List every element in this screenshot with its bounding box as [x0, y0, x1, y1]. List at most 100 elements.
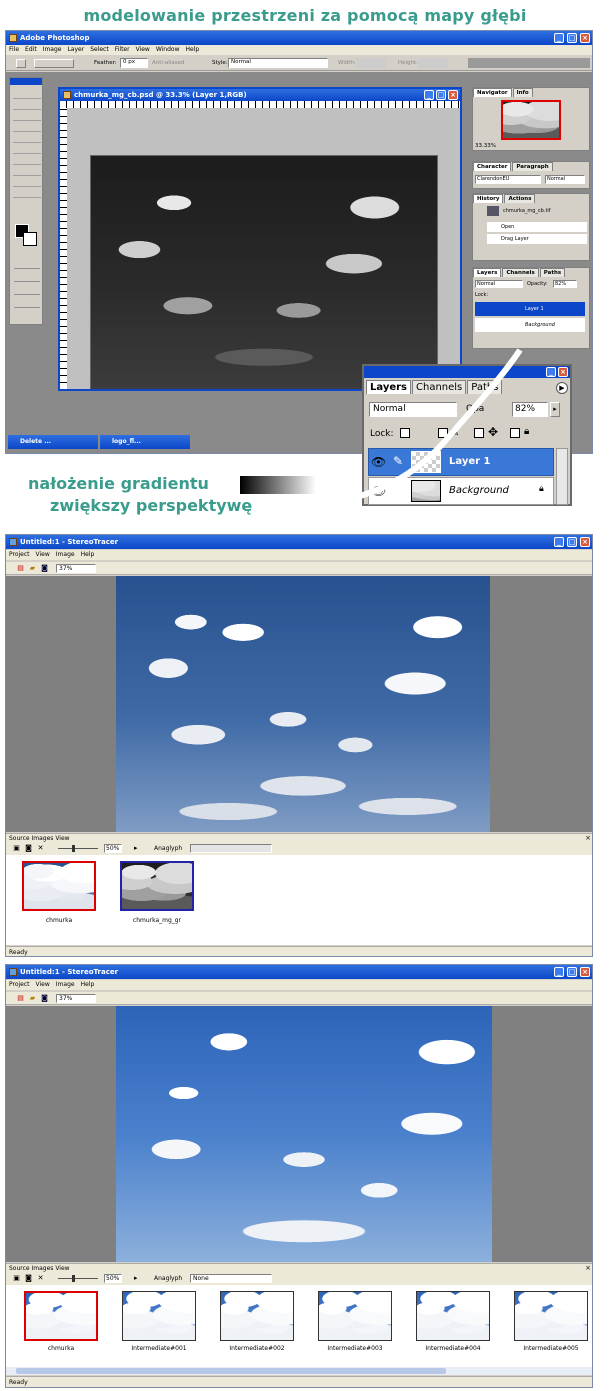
st2-horizontal-scrollbar[interactable]: [6, 1367, 592, 1375]
save-icon[interactable]: ◙: [24, 844, 33, 853]
navigator-preview[interactable]: [501, 100, 561, 140]
close-icon[interactable]: ✕: [36, 1274, 45, 1283]
open-icon[interactable]: ▣: [12, 844, 21, 853]
font-style-select[interactable]: Normal: [545, 175, 585, 184]
st2-thumb-intermediate-004[interactable]: [416, 1291, 490, 1341]
menu-file[interactable]: File: [6, 45, 22, 53]
background-color-swatch[interactable]: [23, 232, 37, 246]
tab-paths[interactable]: Paths: [467, 380, 503, 394]
st1-source-zoom[interactable]: 50%: [104, 844, 122, 853]
st1-slider[interactable]: [58, 848, 98, 849]
open-icon[interactable]: ▣: [12, 1274, 21, 1283]
selection-mode-buttons[interactable]: [34, 59, 74, 68]
menu-image[interactable]: Image: [40, 45, 65, 53]
st2-thumb-intermediate-005[interactable]: [514, 1291, 588, 1341]
open-icon[interactable]: ▰: [28, 994, 37, 1003]
st2-zoom-select[interactable]: 37%: [56, 994, 96, 1003]
menu-window[interactable]: Window: [153, 45, 183, 53]
st1-slider-thumb[interactable]: [72, 845, 75, 852]
marquee-tool-icon[interactable]: [16, 59, 26, 68]
st1-mode-select[interactable]: [190, 844, 272, 853]
st2-thumb-intermediate-002[interactable]: [220, 1291, 294, 1341]
save-icon[interactable]: ◙: [24, 1274, 33, 1283]
maximize-icon[interactable]: □: [436, 90, 446, 100]
play-icon[interactable]: ▶: [556, 382, 568, 394]
minimized-doc-delete[interactable]: Delete ...: [8, 435, 98, 449]
tab-paths[interactable]: Paths: [539, 268, 566, 277]
st2-mode-select[interactable]: None: [190, 1274, 272, 1283]
style-select[interactable]: Normal: [228, 58, 328, 68]
new-icon[interactable]: ▤: [16, 564, 25, 573]
st2-slider-thumb[interactable]: [72, 1275, 75, 1282]
st1-thumb-depthmap[interactable]: [120, 861, 194, 911]
st1-thumb-chmurka[interactable]: [22, 861, 96, 911]
opacity-input[interactable]: 82%: [512, 402, 548, 417]
open-icon[interactable]: ▰: [28, 564, 37, 573]
st2-thumb-chmurka[interactable]: [24, 1291, 98, 1341]
menu-project[interactable]: Project: [6, 550, 33, 558]
maximize-icon[interactable]: □: [567, 967, 577, 977]
tab-layers[interactable]: Layers: [366, 380, 411, 394]
close-icon[interactable]: ×: [448, 90, 458, 100]
lock-transparency-checkbox[interactable]: [400, 428, 410, 438]
eye-icon[interactable]: 👁︎: [371, 455, 386, 469]
tab-layers[interactable]: Layers: [473, 268, 502, 277]
menu-project[interactable]: Project: [6, 980, 33, 988]
history-snapshot[interactable]: chmurka_mg_cb.tif: [503, 208, 551, 214]
play-icon[interactable]: ▸: [134, 1274, 138, 1282]
close-icon[interactable]: ×: [585, 834, 591, 842]
blend-mode-select[interactable]: Normal: [369, 402, 457, 417]
close-icon[interactable]: ×: [558, 367, 568, 377]
save-icon[interactable]: ◙: [40, 564, 49, 573]
opacity-input[interactable]: 82%: [553, 280, 577, 288]
tab-channels[interactable]: Channels: [502, 268, 539, 277]
antialiased-checkbox[interactable]: Anti-aliased: [152, 60, 184, 66]
layer-row-background[interactable]: Background: [475, 318, 585, 332]
maximize-icon[interactable]: □: [567, 33, 577, 43]
font-select[interactable]: ClarendonEU: [475, 175, 541, 184]
eye-icon[interactable]: 👁︎: [371, 484, 386, 498]
close-icon[interactable]: ×: [580, 33, 590, 43]
opacity-arrow-icon[interactable]: ▸: [550, 402, 560, 417]
lock-position-checkbox[interactable]: [474, 428, 484, 438]
menu-layer[interactable]: Layer: [64, 45, 87, 53]
lock-all-checkbox[interactable]: [510, 428, 520, 438]
play-icon[interactable]: ▸: [134, 844, 138, 852]
menu-filter[interactable]: Filter: [112, 45, 133, 53]
st2-scroll-thumb[interactable]: [16, 1368, 446, 1374]
st2-canvas-image[interactable]: [116, 1006, 492, 1262]
tab-actions[interactable]: Actions: [504, 194, 536, 203]
tab-navigator[interactable]: Navigator: [473, 88, 512, 97]
lock-pixels-checkbox[interactable]: [438, 428, 448, 438]
height-input[interactable]: [418, 58, 448, 68]
close-icon[interactable]: ×: [580, 967, 590, 977]
history-item-drag-layer[interactable]: Drag Layer: [487, 234, 587, 244]
save-icon[interactable]: ◙: [40, 994, 49, 1003]
navigator-zoom[interactable]: 33.33%: [475, 143, 496, 149]
menu-view[interactable]: View: [33, 980, 53, 988]
st2-thumb-intermediate-001[interactable]: [122, 1291, 196, 1341]
st1-zoom-select[interactable]: 37%: [56, 564, 96, 573]
minimize-icon[interactable]: _: [554, 967, 564, 977]
menu-help[interactable]: Help: [78, 550, 98, 558]
tab-character[interactable]: Character: [473, 162, 512, 171]
layer-row-layer1[interactable]: 👁︎ ✎ Layer 1: [368, 448, 554, 476]
tab-paragraph[interactable]: Paragraph: [512, 162, 553, 171]
tab-info[interactable]: Info: [512, 88, 533, 97]
close-icon[interactable]: ✕: [36, 844, 45, 853]
st2-slider[interactable]: [58, 1278, 98, 1279]
minimize-icon[interactable]: _: [424, 90, 434, 100]
mode-buttons[interactable]: [14, 258, 40, 320]
tab-channels[interactable]: Channels: [412, 380, 467, 394]
maximize-icon[interactable]: □: [567, 537, 577, 547]
menu-select[interactable]: Select: [87, 45, 112, 53]
minimize-icon[interactable]: _: [554, 537, 564, 547]
blend-mode-select[interactable]: Normal: [475, 280, 523, 288]
menu-image[interactable]: Image: [53, 550, 78, 558]
menu-view[interactable]: View: [133, 45, 153, 53]
menu-edit[interactable]: Edit: [22, 45, 40, 53]
close-icon[interactable]: ×: [580, 537, 590, 547]
menu-help[interactable]: Help: [78, 980, 98, 988]
menu-help[interactable]: Help: [183, 45, 203, 53]
width-input[interactable]: [356, 58, 386, 68]
